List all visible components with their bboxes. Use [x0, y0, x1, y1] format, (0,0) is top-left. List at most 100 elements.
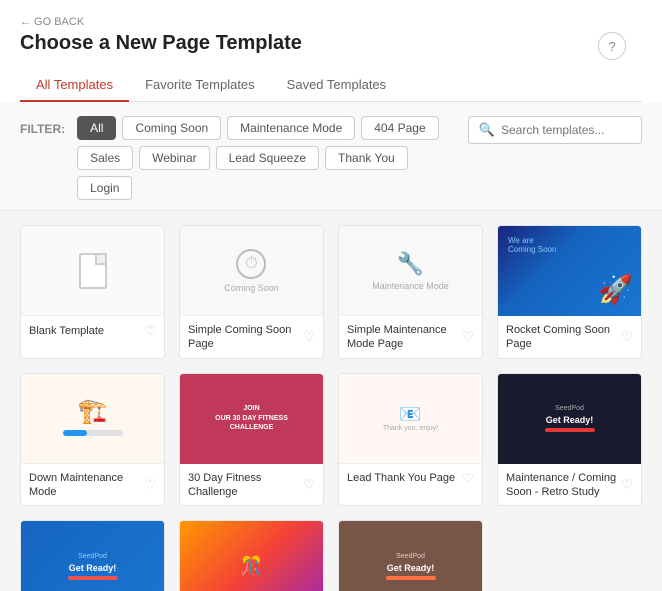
search-icon: 🔍 — [479, 122, 495, 138]
template-card-party[interactable]: 🎊 Coming Soon Party ♡ — [179, 520, 324, 591]
template-thumb-skyblue: SeedPod Get Ready! — [21, 521, 164, 591]
template-card-fitness[interactable]: JOINOUR 30 DAY FITNESSCHALLENGE 30 Day F… — [179, 373, 324, 507]
favorite-icon-rocket-coming-soon[interactable]: ♡ — [621, 329, 633, 345]
maintenance-thumb-content: 🔧 Maintenance Mode — [372, 251, 449, 291]
help-button[interactable]: ? — [598, 32, 626, 60]
template-card-simple-coming-soon[interactable]: ⏱ Coming Soon Simple Coming Soon Page ♡ — [179, 225, 324, 359]
skyblue-bar — [68, 576, 118, 580]
rocket-coming-soon-label: We areComing Soon — [508, 236, 556, 254]
favorite-icon-down-maintenance[interactable]: ♡ — [144, 477, 156, 493]
filter-btn-login[interactable]: Login — [77, 176, 132, 200]
rocket-content: We areComing Soon 🚀 — [498, 226, 641, 316]
template-card-rocket-coming-soon[interactable]: We areComing Soon 🚀 Rocket Coming Soon P… — [497, 225, 642, 359]
template-thumb-down-maintenance: 🏗️ — [21, 374, 164, 464]
favorite-icon-simple-maintenance[interactable]: ♡ — [462, 329, 474, 345]
template-card-blank[interactable]: Blank Template ♡ — [20, 225, 165, 359]
get-ready-label-retro: Get Ready! — [546, 415, 594, 425]
party-content: 🎊 — [180, 521, 323, 591]
templates-grid: Blank Template ♡ ⏱ Coming Soon Simple Co… — [20, 225, 642, 591]
seedpod-label-sky: SeedPod — [78, 553, 107, 560]
favorite-icon-blank[interactable]: ♡ — [144, 323, 156, 339]
template-label-row: Lead Thank You Page ♡ — [339, 464, 482, 493]
filter-btn-sales[interactable]: Sales — [77, 146, 133, 170]
fitness-title-text: JOINOUR 30 DAY FITNESSCHALLENGE — [215, 404, 288, 433]
wood-bar — [386, 576, 436, 580]
filter-btn-404[interactable]: 404 Page — [361, 116, 438, 140]
template-label-row: Rocket Coming Soon Page ♡ — [498, 316, 641, 358]
wrench-icon: 🔧 — [372, 251, 449, 277]
seedpod-label-wood: SeedPod — [396, 553, 425, 560]
retro-content: SeedPod Get Ready! — [498, 374, 641, 464]
filter-section: FILTER: All Coming Soon Maintenance Mode… — [0, 102, 662, 211]
tab-favorite-templates[interactable]: Favorite Templates — [129, 69, 271, 102]
template-thumb-blank — [21, 226, 164, 316]
blank-doc-icon — [79, 253, 107, 289]
maintenance-text: Maintenance Mode — [372, 281, 449, 291]
seedpod-label-retro: SeedPod — [555, 405, 584, 412]
tabs-nav: All Templates Favorite Templates Saved T… — [20, 69, 642, 102]
envelope-icon: 📧 — [383, 404, 438, 425]
template-card-simple-maintenance[interactable]: 🔧 Maintenance Mode Simple Maintenance Mo… — [338, 225, 483, 359]
template-thumb-party: 🎊 — [180, 521, 323, 591]
template-label-simple-maintenance: Simple Maintenance Mode Page — [347, 323, 462, 352]
template-label-simple-coming-soon: Simple Coming Soon Page — [188, 323, 303, 352]
template-label-row: Down Maintenance Mode ♡ — [21, 464, 164, 506]
skyblue-content: SeedPod Get Ready! — [21, 521, 164, 591]
template-thumb-rocket: We areComing Soon 🚀 — [498, 226, 641, 316]
filter-buttons: All Coming Soon Maintenance Mode 404 Pag… — [77, 116, 456, 200]
template-label-row: Blank Template ♡ — [21, 316, 164, 345]
page-title: Choose a New Page Template — [20, 32, 642, 55]
favorite-icon-lead-thankyou[interactable]: ♡ — [462, 471, 474, 487]
template-thumb-simple-coming-soon: ⏱ Coming Soon — [180, 226, 323, 316]
go-back-link[interactable]: ← GO BACK — [20, 16, 642, 28]
progress-bar-fill — [63, 430, 87, 436]
template-label-row: 30 Day Fitness Challenge ♡ — [180, 464, 323, 506]
template-label-row: Maintenance / Coming Soon - Retro Study … — [498, 464, 641, 506]
retro-bar — [545, 428, 595, 432]
template-label-row: Simple Maintenance Mode Page ♡ — [339, 316, 482, 358]
filter-btn-lead-squeeze[interactable]: Lead Squeeze — [216, 146, 319, 170]
page-wrapper: ← GO BACK Choose a New Page Template ? A… — [0, 0, 662, 591]
crane-icon: 🏗️ — [63, 397, 123, 426]
filter-btn-maintenance[interactable]: Maintenance Mode — [227, 116, 355, 140]
template-thumb-fitness: JOINOUR 30 DAY FITNESSCHALLENGE — [180, 374, 323, 464]
template-label-rocket-coming-soon: Rocket Coming Soon Page — [506, 323, 621, 352]
template-card-skyblue[interactable]: SeedPod Get Ready! Maintenance / Coming … — [20, 520, 165, 591]
template-label-lead-thankyou: Lead Thank You Page — [347, 471, 455, 485]
template-label-retro: Maintenance / Coming Soon - Retro Study — [506, 471, 621, 500]
header: ← GO BACK Choose a New Page Template ? A… — [0, 0, 662, 102]
search-input[interactable] — [501, 123, 631, 137]
search-box: 🔍 — [468, 116, 642, 144]
templates-grid-wrapper: Blank Template ♡ ⏱ Coming Soon Simple Co… — [0, 211, 662, 591]
template-thumb-simple-maintenance: 🔧 Maintenance Mode — [339, 226, 482, 316]
favorite-icon-simple-coming-soon[interactable]: ♡ — [303, 329, 315, 345]
filter-btn-webinar[interactable]: Webinar — [139, 146, 209, 170]
rocket-icon: 🚀 — [598, 273, 633, 306]
template-label-fitness: 30 Day Fitness Challenge — [188, 471, 303, 500]
filter-label: FILTER: — [20, 122, 65, 136]
filter-btn-all[interactable]: All — [77, 116, 116, 140]
template-card-down-maintenance[interactable]: 🏗️ Down Maintenance Mode ♡ — [20, 373, 165, 507]
template-label-row: Simple Coming Soon Page ♡ — [180, 316, 323, 358]
thankyou-content: 📧 Thank you, enjoy! — [379, 400, 442, 436]
template-card-wood[interactable]: SeedPod Get Ready! Maintenance Coming ♡ — [338, 520, 483, 591]
fitness-content: JOINOUR 30 DAY FITNESSCHALLENGE — [180, 374, 323, 464]
favorite-icon-retro[interactable]: ♡ — [621, 477, 633, 493]
template-thumb-lead-thankyou: 📧 Thank you, enjoy! — [339, 374, 482, 464]
filter-btn-thank-you[interactable]: Thank You — [325, 146, 408, 170]
template-card-retro[interactable]: SeedPod Get Ready! Maintenance / Coming … — [497, 373, 642, 507]
coming-soon-thumb-content: ⏱ Coming Soon — [224, 249, 279, 293]
template-thumb-retro: SeedPod Get Ready! — [498, 374, 641, 464]
tab-all-templates[interactable]: All Templates — [20, 69, 129, 102]
template-label-blank: Blank Template — [29, 324, 104, 338]
progress-bar-bg — [63, 430, 123, 436]
wood-content: SeedPod Get Ready! — [339, 521, 482, 591]
coming-soon-text: Coming Soon — [224, 283, 279, 293]
get-ready-label-wood: Get Ready! — [387, 563, 435, 573]
template-card-lead-thankyou[interactable]: 📧 Thank you, enjoy! Lead Thank You Page … — [338, 373, 483, 507]
filter-btn-coming-soon[interactable]: Coming Soon — [122, 116, 221, 140]
favorite-icon-fitness[interactable]: ♡ — [303, 477, 315, 493]
clock-icon: ⏱ — [236, 249, 266, 279]
tab-saved-templates[interactable]: Saved Templates — [271, 69, 403, 102]
template-label-down-maintenance: Down Maintenance Mode — [29, 471, 144, 500]
